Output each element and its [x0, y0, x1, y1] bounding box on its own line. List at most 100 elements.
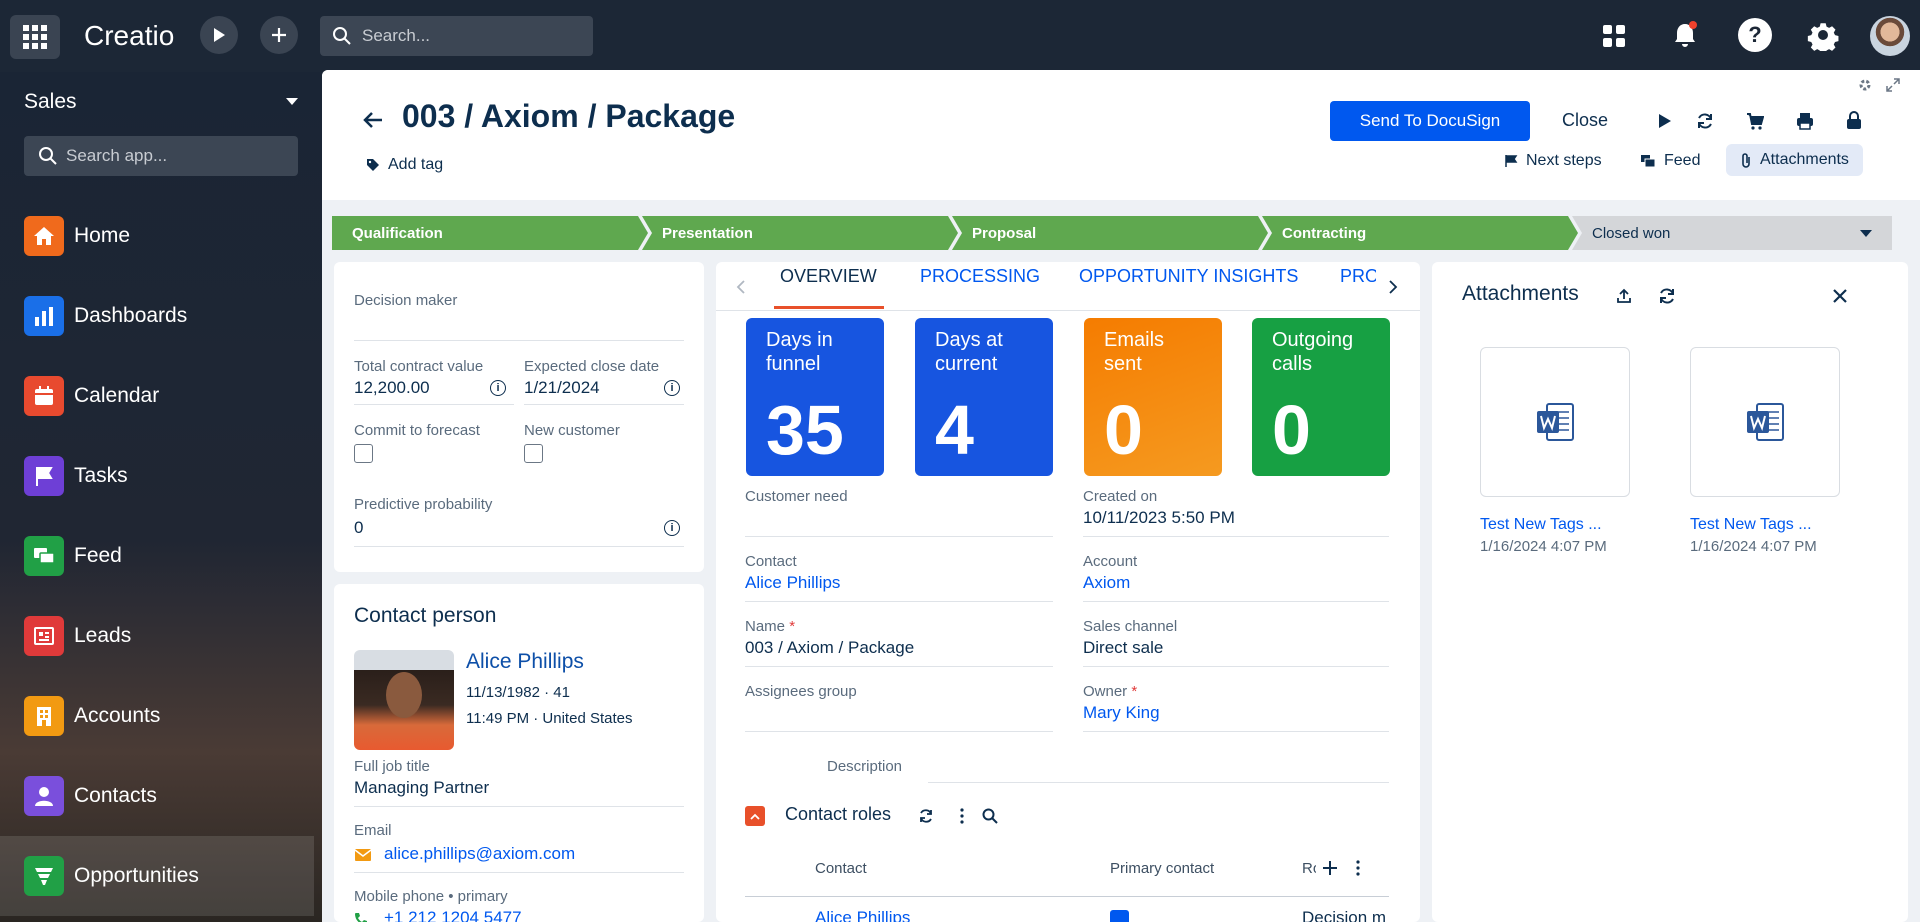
stage-contracting[interactable]: Contracting: [1262, 216, 1578, 250]
attachment-name[interactable]: Test New Tags ...: [1690, 516, 1812, 534]
add-button[interactable]: [260, 16, 298, 54]
plus-icon[interactable]: [1322, 860, 1338, 876]
attachment-date: 1/16/2024 4:07 PM: [1690, 538, 1817, 555]
attachment-thumbnail[interactable]: [1480, 347, 1630, 497]
sidebar-item-accounts[interactable]: Accounts: [0, 676, 314, 756]
attachments-label: Attachments: [1760, 151, 1849, 168]
contact-name[interactable]: Alice Phillips: [466, 650, 584, 674]
creatio-logo[interactable]: Creatio: [84, 20, 174, 52]
attachment-name[interactable]: Test New Tags ...: [1480, 516, 1602, 534]
sidebar-item-opportunities[interactable]: Opportunities: [0, 836, 314, 916]
job-title-label: Full job title: [354, 758, 430, 775]
mobile-phone-link[interactable]: +1 212 1204 5477: [384, 908, 522, 922]
customer-need-field[interactable]: [745, 536, 1053, 537]
name-value[interactable]: 003 / Axiom / Package: [745, 638, 914, 658]
column-header-role[interactable]: Ro: [1302, 860, 1316, 877]
next-steps-button[interactable]: Next steps: [1504, 152, 1602, 170]
info-icon[interactable]: i: [490, 380, 506, 396]
owner-label: Owner *: [1083, 683, 1137, 700]
more-vertical-icon[interactable]: [960, 808, 964, 824]
run-process-button[interactable]: [200, 16, 238, 54]
sidebar-item-leads[interactable]: Leads: [0, 596, 314, 676]
predictive-probability-label: Predictive probability: [354, 496, 493, 513]
help-button[interactable]: ?: [1738, 18, 1772, 52]
tab-overview[interactable]: OVERVIEW: [780, 266, 877, 287]
sidebar-item-feed[interactable]: Feed: [0, 516, 314, 596]
expand-icon[interactable]: [1886, 78, 1900, 92]
refresh-icon[interactable]: [1696, 112, 1714, 130]
contact-link[interactable]: Alice Phillips: [745, 573, 840, 593]
cart-icon[interactable]: [1746, 112, 1764, 130]
new-customer-checkbox[interactable]: [524, 444, 543, 463]
attachment-thumbnail[interactable]: [1690, 347, 1840, 497]
apps-button[interactable]: [1598, 20, 1630, 52]
column-header-primary-contact[interactable]: Primary contact: [1110, 860, 1214, 877]
email-link[interactable]: alice.phillips@axiom.com: [384, 844, 575, 864]
stage-qualification[interactable]: Qualification: [332, 216, 648, 250]
total-contract-value[interactable]: 12,200.00: [354, 378, 430, 398]
home-icon: [24, 216, 64, 256]
attachments-button[interactable]: Attachments: [1726, 144, 1863, 176]
owner-link[interactable]: Mary King: [1083, 703, 1160, 723]
tab-more[interactable]: PRO: [1340, 266, 1376, 287]
bell-icon: [1675, 21, 1697, 47]
contact-roles-row-contact[interactable]: Alice Phillips: [815, 908, 910, 922]
play-icon[interactable]: [1658, 113, 1672, 129]
tab-opportunity-insights[interactable]: OPPORTUNITY INSIGHTS: [1079, 266, 1298, 287]
commit-forecast-checkbox[interactable]: [354, 444, 373, 463]
sidebar-item-contacts[interactable]: Contacts: [0, 756, 314, 836]
add-tag-button[interactable]: Add tag: [366, 156, 443, 174]
app-grid-button[interactable]: [10, 15, 60, 59]
close-button[interactable]: Close: [1562, 110, 1608, 131]
lock-icon[interactable]: [1846, 111, 1862, 129]
close-date-value[interactable]: 1/21/2024: [524, 378, 600, 398]
primary-contact-checkbox[interactable]: [1110, 910, 1129, 922]
job-title-value[interactable]: Managing Partner: [354, 778, 489, 798]
created-on-label: Created on: [1083, 488, 1158, 505]
grid-icon: [23, 25, 47, 49]
tab-processing[interactable]: PROCESSING: [920, 266, 1040, 287]
sidebar-item-tasks[interactable]: Tasks: [0, 436, 314, 516]
settings-button[interactable]: [1806, 18, 1840, 52]
sales-channel-value[interactable]: Direct sale: [1083, 638, 1163, 658]
close-icon[interactable]: [1832, 288, 1848, 304]
user-avatar[interactable]: [1870, 16, 1910, 56]
back-arrow-icon[interactable]: [362, 110, 384, 130]
print-icon[interactable]: [1796, 112, 1814, 130]
settings-small-icon[interactable]: [1858, 78, 1872, 92]
new-customer-label: New customer: [524, 422, 620, 439]
search-icon: [39, 147, 57, 165]
stage-closed-won[interactable]: Closed won: [1572, 216, 1892, 250]
stage-presentation[interactable]: Presentation: [642, 216, 958, 250]
column-header-contact[interactable]: Contact: [815, 860, 867, 877]
info-icon[interactable]: i: [664, 380, 680, 396]
global-search-input[interactable]: Search...: [320, 16, 593, 56]
account-link[interactable]: Axiom: [1083, 573, 1130, 593]
contact-photo[interactable]: [354, 650, 454, 750]
stage-proposal[interactable]: Proposal: [952, 216, 1268, 250]
sidebar-item-home[interactable]: Home: [0, 196, 314, 276]
sidebar-search-input[interactable]: Search app...: [24, 136, 298, 176]
refresh-icon[interactable]: [918, 808, 934, 824]
info-icon[interactable]: i: [664, 520, 680, 536]
add-tag-label: Add tag: [388, 156, 444, 173]
notifications-button[interactable]: [1668, 18, 1702, 52]
sidebar-item-dashboards[interactable]: Dashboards: [0, 276, 314, 356]
chat-icon: [1641, 155, 1656, 168]
app-title[interactable]: Sales: [24, 90, 298, 114]
chevron-right-icon[interactable]: [1388, 280, 1398, 294]
more-vertical-icon[interactable]: [1356, 860, 1360, 876]
chevron-left-icon[interactable]: [736, 280, 746, 294]
decision-maker-label: Decision maker: [354, 292, 458, 309]
send-to-docusign-button[interactable]: Send To DocuSign: [1330, 101, 1530, 141]
search-icon[interactable]: [982, 808, 998, 824]
feed-button[interactable]: Feed: [1640, 152, 1700, 170]
sidebar-item-calendar[interactable]: Calendar: [0, 356, 314, 436]
predictive-probability-value[interactable]: 0: [354, 518, 363, 538]
decision-maker-field[interactable]: [354, 340, 684, 341]
assignees-group-field[interactable]: [745, 731, 1053, 732]
refresh-icon[interactable]: [1658, 287, 1676, 305]
upload-icon[interactable]: [1616, 288, 1632, 304]
description-field[interactable]: [928, 782, 1389, 783]
contact-roles-collapse-button[interactable]: [745, 806, 765, 826]
